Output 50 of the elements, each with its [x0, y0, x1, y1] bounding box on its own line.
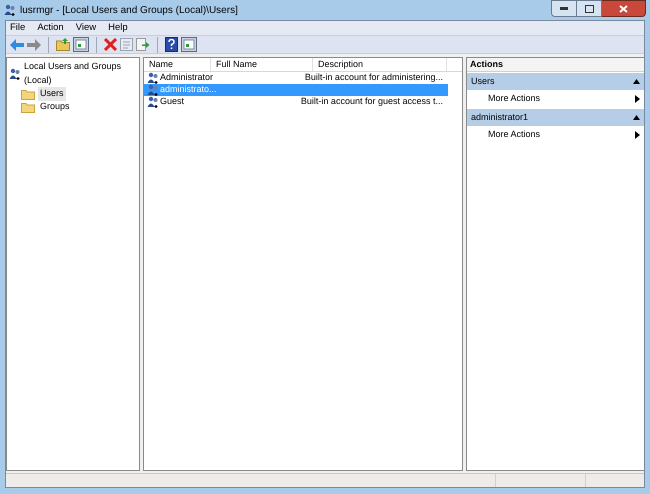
action-link[interactable]: More Actions	[488, 92, 540, 106]
minimize-button[interactable]	[551, 0, 577, 17]
tree-item[interactable]: Groups	[38, 100, 72, 114]
users-icon	[147, 72, 159, 84]
users-icon	[4, 4, 16, 16]
close-icon	[619, 4, 628, 12]
pane-toggle-icon[interactable]	[181, 37, 197, 52]
users-icon	[147, 84, 159, 96]
table-row[interactable]: Administrator Built-in account for administering...	[144, 72, 448, 84]
maximize-icon	[584, 4, 594, 12]
close-button[interactable]	[602, 0, 646, 17]
tree-item[interactable]: Local Users and Groups (Local)	[24, 60, 137, 87]
menu-item[interactable]: Action	[37, 20, 64, 36]
actions-title: Actions	[470, 58, 504, 71]
export-list-icon[interactable]	[136, 38, 150, 51]
window-title: lusrmgr - [Local Users and Groups (Local)\Users]	[20, 4, 238, 18]
folder-icon	[21, 102, 35, 112]
table-cell-text: Guest	[160, 95, 184, 108]
forward-arrow-icon[interactable]	[27, 38, 41, 50]
submenu-arrow-icon	[635, 95, 640, 103]
table-row[interactable]: Guest Built-in account for guest access t...	[144, 96, 448, 108]
folder-icon	[21, 88, 35, 100]
collapse-icon[interactable]	[633, 115, 640, 120]
collapse-icon[interactable]	[633, 79, 640, 84]
section-title: Users	[471, 74, 495, 88]
menu-item[interactable]: File	[10, 20, 26, 36]
column-header[interactable]: Full Name	[211, 58, 313, 71]
action-link[interactable]: More Actions	[488, 128, 540, 142]
column-header[interactable]: Description	[313, 58, 447, 71]
help-icon[interactable]	[165, 37, 178, 52]
tree-item[interactable]: Users	[38, 87, 66, 101]
column-header[interactable]: Name	[144, 58, 211, 71]
up-folder-icon[interactable]	[56, 38, 70, 51]
back-arrow-icon[interactable]	[10, 38, 24, 50]
menu-item[interactable]: View	[76, 20, 96, 36]
section-title: administrator1	[471, 110, 528, 124]
menu-item[interactable]: Help	[108, 20, 128, 36]
maximize-button[interactable]	[577, 0, 602, 17]
delete-icon[interactable]	[104, 38, 117, 51]
table-cell-text: administrato...	[160, 83, 217, 96]
minimize-icon	[560, 7, 568, 10]
pane-toggle-icon[interactable]	[73, 37, 89, 52]
table-cell: Built-in account for guest access t...	[300, 96, 443, 106]
table-cell-text: Administrator	[160, 71, 214, 84]
users-icon	[147, 96, 159, 108]
table-cell: Built-in account for administering...	[304, 72, 443, 82]
users-icon	[9, 68, 21, 80]
submenu-arrow-icon	[635, 131, 640, 139]
section-header[interactable]: Users	[467, 73, 644, 90]
section-header[interactable]: administrator1	[467, 109, 644, 126]
